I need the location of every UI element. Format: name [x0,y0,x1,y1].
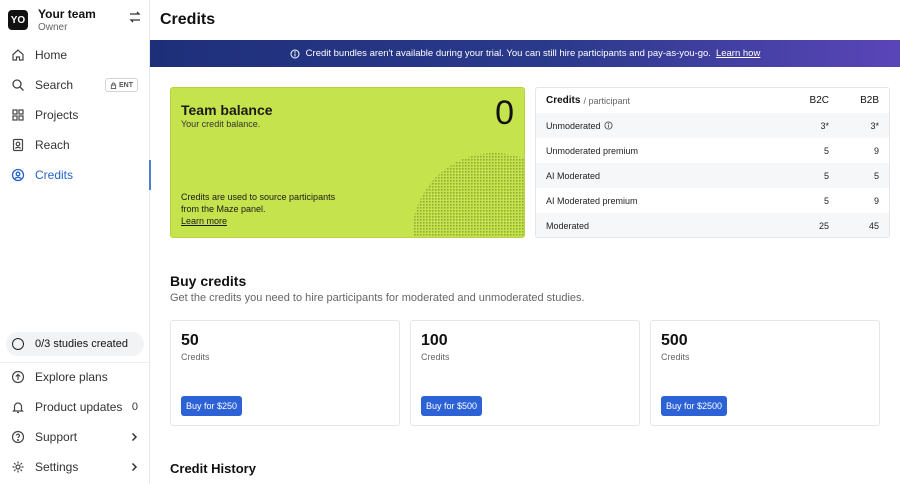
nav-item-credits[interactable]: Credits [0,160,151,190]
studies-label: 0/3 studies created [35,338,128,350]
team-name: Your team [38,7,96,21]
nav-label-settings: Settings [35,460,79,474]
row-label: Unmoderated [546,120,601,131]
bundle-card-500: 500 Credits Buy for $2500 [650,320,880,426]
nav-label-support: Support [35,430,78,444]
col-header-b2c: B2C [809,95,829,106]
row-label: AI Moderated [546,170,601,181]
nav-label-search: Search [35,78,74,92]
team-role: Owner [38,22,68,33]
credits-icon [11,168,25,182]
cell-b2c: 5 [823,170,829,181]
nav-item-home[interactable]: Home [0,40,150,70]
col-header-b2b: B2B [860,95,879,106]
balance-subtitle: Your credit balance. [181,119,261,129]
table-row: Unmoderated premium 5 9 [536,138,889,163]
gear-icon [12,461,24,473]
cell-b2b: 45 [868,220,879,231]
nav-label-updates: Product updates [35,400,123,414]
table-row: Moderated 25 45 [536,213,889,237]
contacts-icon [12,138,24,152]
balance-value: 0 [495,94,514,132]
nav-item-projects[interactable]: Projects [0,100,150,130]
chevron-right-icon [131,462,138,472]
table-row: AI Moderated 5 5 [536,163,889,188]
info-icon[interactable] [603,121,613,130]
swap-icon[interactable] [128,10,142,24]
trial-banner: Credit bundles aren't available during y… [150,40,900,67]
bottom-nav: Explore plans Product updates 0 Support … [0,362,150,482]
grid-icon [12,109,24,121]
bundle-amount: 100 [421,332,448,349]
cell-b2b: 9 [873,195,879,206]
balance-description-text: Credits are used to source participants … [181,192,336,214]
buy-500-button[interactable]: Buy for $2500 [661,396,728,416]
learn-more-link[interactable]: Learn more [181,215,341,227]
help-icon [11,430,25,444]
nav-label-projects: Projects [35,108,79,122]
cell-b2c: 5 [823,145,829,156]
sidebar: YO Your team Owner Home Search ENT Proje… [0,0,151,484]
buy-100-button[interactable]: Buy for $500 [421,396,483,416]
team-switcher[interactable]: YO Your team Owner [8,6,144,36]
bundle-amount: 50 [181,332,199,349]
cell-b2b: 5 [873,170,879,181]
rates-body: Unmoderated 3* 3* Unmoderated premium 5 … [536,113,889,237]
info-icon [290,49,300,58]
team-avatar: YO [8,10,28,30]
buy-50-button[interactable]: Buy for $250 [181,396,243,416]
lock-icon [110,82,117,89]
cell-b2c: 5 [823,195,829,206]
bundle-unit: Credits [661,352,690,362]
rates-title: Credits [546,95,581,106]
nav-label-home: Home [35,48,68,62]
row-label: Moderated [546,220,590,231]
banner-text: Credit bundles aren't available during y… [305,48,711,59]
buy-credits-subtitle: Get the credits you need to hire partici… [170,292,585,304]
main-nav: Home Search ENT Projects Reach Credits [0,40,151,190]
nav-item-product-updates[interactable]: Product updates 0 [0,392,150,422]
bundle-card-50: 50 Credits Buy for $250 [170,320,400,426]
nav-label-explore: Explore plans [35,370,108,384]
search-icon [12,79,24,91]
table-row: Unmoderated 3* 3* [536,113,889,138]
dotted-globe-graphic [414,153,524,237]
chevron-right-icon [131,432,138,442]
nav-label-reach: Reach [35,138,70,152]
updates-count: 0 [131,401,138,413]
cell-b2b: 9 [873,145,879,156]
bundle-card-100: 100 Credits Buy for $500 [410,320,640,426]
table-row: AI Moderated premium 5 9 [536,188,889,213]
bundle-unit: Credits [181,352,210,362]
buy-credits-title: Buy credits [170,273,247,289]
cell-b2b: 3* [870,120,879,131]
balance-title: Team balance [181,102,273,118]
learn-how-link[interactable]: Learn how [716,48,760,59]
team-balance-card: Team balance Your credit balance. 0 Cred… [170,87,525,238]
nav-item-explore-plans[interactable]: Explore plans [0,362,150,392]
rates-unit: / participant [583,95,630,106]
nav-item-search[interactable]: Search ENT [0,70,150,100]
home-icon [12,49,24,61]
nav-item-reach[interactable]: Reach [0,130,150,160]
rates-header: Credits / participant B2C B2B [536,88,889,113]
upgrade-icon [11,370,25,384]
bundle-unit: Credits [421,352,450,362]
bundle-amount: 500 [661,332,688,349]
nav-label-credits: Credits [35,168,74,182]
page-title: Credits [160,11,216,28]
credit-rates-table: Credits / participant B2C B2B Unmoderate… [535,87,890,238]
progress-ring-icon [12,338,24,350]
balance-description: Credits are used to source participants … [181,191,341,227]
cell-b2c: 25 [818,220,829,231]
bell-icon [12,402,24,414]
ent-badge: ENT [105,78,138,92]
row-label: AI Moderated premium [546,195,638,206]
studies-progress[interactable]: 0/3 studies created [6,332,144,356]
nav-item-support[interactable]: Support [0,422,150,452]
row-label: Unmoderated premium [546,145,639,156]
credit-history-title: Credit History [170,461,256,476]
nav-item-settings[interactable]: Settings [0,452,150,482]
cell-b2c: 3* [820,120,829,131]
